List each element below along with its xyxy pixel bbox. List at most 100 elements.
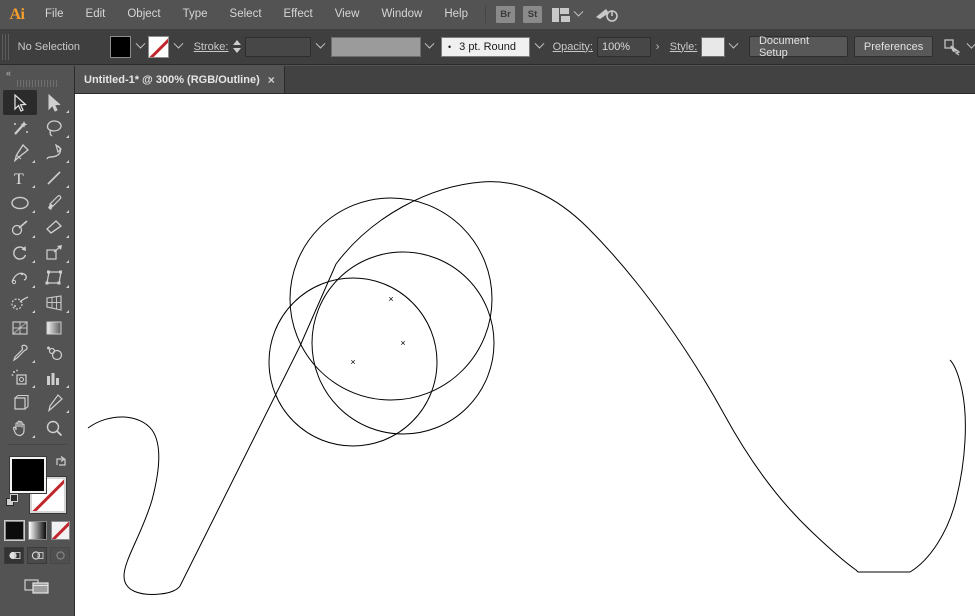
draw-normal-button[interactable] [4, 547, 24, 564]
illustrator-window: Ai File Edit Object Type Select Effect V… [0, 0, 975, 616]
menu-file[interactable]: File [34, 0, 75, 29]
center-markers: × × × [350, 294, 405, 367]
mesh-tool[interactable] [3, 315, 37, 340]
align-chevron-down-icon[interactable] [966, 38, 975, 49]
fill-stroke-controls [6, 455, 68, 514]
stroke-weight-field[interactable] [245, 36, 311, 57]
menu-view[interactable]: View [324, 0, 371, 29]
center-marker: × [350, 357, 355, 367]
magic-wand-tool[interactable] [3, 115, 37, 140]
gradient-tool[interactable] [37, 315, 71, 340]
menu-window[interactable]: Window [370, 0, 433, 29]
opacity-label: Opacity: [552, 40, 593, 53]
document-setup-button[interactable]: Document Setup [748, 35, 848, 59]
draw-inside-button[interactable] [50, 547, 70, 564]
menu-type[interactable]: Type [172, 0, 219, 29]
default-fill-stroke-icon[interactable] [6, 494, 19, 507]
align-transform-icon[interactable] [943, 38, 963, 56]
preferences-button[interactable]: Preferences [853, 36, 934, 57]
eraser-tool[interactable] [37, 215, 71, 240]
menu-edit[interactable]: Edit [75, 0, 117, 29]
column-graph-tool[interactable] [37, 365, 71, 390]
change-screen-mode-button[interactable] [22, 576, 52, 596]
symbol-sprayer-tool[interactable] [3, 365, 37, 390]
artwork-outline: × × × [87, 181, 966, 595]
variable-width-dot-icon: • [447, 41, 452, 52]
workspace-switcher-icon[interactable] [594, 6, 618, 24]
lasso-tool[interactable] [37, 115, 71, 140]
artboard-tool[interactable] [3, 390, 37, 415]
draw-behind-button[interactable] [27, 547, 47, 564]
perspective-grid-tool[interactable] [37, 290, 71, 315]
bridge-button[interactable]: Br [496, 6, 515, 23]
brush-definition-chevron-down-icon[interactable] [423, 36, 437, 58]
variable-width-chevron-down-icon[interactable] [532, 36, 546, 58]
stroke-swatch[interactable] [147, 35, 170, 58]
opacity-value: 100% [601, 40, 631, 53]
tools-panel-grip[interactable] [17, 80, 57, 87]
fill-swatch[interactable] [110, 35, 132, 58]
slice-tool[interactable] [37, 390, 71, 415]
style-swatch[interactable] [701, 36, 725, 57]
freeform-path [87, 181, 966, 595]
menu-bar: Ai File Edit Object Type Select Effect V… [0, 0, 975, 29]
arrange-documents-icon[interactable] [552, 7, 570, 22]
stock-button[interactable]: St [523, 6, 542, 23]
opacity-chevron-right-icon[interactable]: › [651, 37, 664, 57]
gradient-mode-button[interactable] [27, 521, 47, 540]
svg-text:T: T [14, 171, 24, 187]
hand-tool[interactable] [3, 415, 37, 440]
selection-tool[interactable] [3, 90, 37, 115]
document-tab[interactable]: Untitled-1* @ 300% (RGB/Outline) × [75, 66, 285, 93]
control-bar-grip[interactable] [2, 33, 11, 60]
artboard-canvas[interactable]: × × × [75, 94, 975, 616]
fill-dropdown-chevron-down-icon[interactable] [133, 36, 147, 58]
ellipse-tool[interactable] [3, 190, 37, 215]
color-mode-button[interactable] [3, 520, 25, 541]
blend-tool[interactable] [37, 340, 71, 365]
free-transform-tool[interactable] [37, 265, 71, 290]
shape-builder-tool[interactable] [3, 290, 37, 315]
zoom-tool[interactable] [37, 415, 71, 440]
control-bar: No Selection Stroke: • 3 pt. Round Opaci… [0, 29, 975, 65]
collapse-panel-icon[interactable]: « [0, 66, 74, 80]
menu-help[interactable]: Help [433, 0, 479, 29]
chevron-down-icon[interactable] [573, 6, 584, 17]
brush-definition-field[interactable] [331, 36, 421, 57]
rotate-tool[interactable] [3, 240, 37, 265]
direct-selection-tool[interactable] [37, 90, 71, 115]
stroke-label: Stroke: [193, 40, 229, 53]
eyedropper-tool[interactable] [3, 340, 37, 365]
menu-object[interactable]: Object [116, 0, 171, 29]
center-marker: × [388, 294, 393, 304]
menu-select[interactable]: Select [219, 0, 273, 29]
document-tab-title: Untitled-1* @ 300% (RGB/Outline) [84, 73, 260, 86]
toolbar-fill-swatch[interactable] [9, 456, 47, 494]
type-tool[interactable]: T [3, 165, 37, 190]
tools-grid: T [3, 90, 71, 440]
close-icon[interactable]: × [268, 74, 275, 86]
stroke-dropdown-chevron-down-icon[interactable] [171, 36, 185, 58]
swap-fill-stroke-icon[interactable] [54, 455, 68, 469]
variable-width-profile-value: 3 pt. Round [459, 40, 517, 53]
scale-tool[interactable] [37, 240, 71, 265]
opacity-field[interactable]: 100% [596, 36, 652, 57]
none-mode-button[interactable] [50, 521, 70, 540]
paintbrush-tool[interactable] [37, 190, 71, 215]
curvature-tool[interactable] [37, 140, 71, 165]
stroke-weight-chevron-down-icon[interactable] [313, 36, 327, 58]
stroke-weight-stepper[interactable] [231, 37, 242, 57]
document-tab-bar: Untitled-1* @ 300% (RGB/Outline) × [75, 66, 975, 94]
width-tool[interactable] [3, 265, 37, 290]
app-logo-icon: Ai [9, 5, 26, 23]
selection-status: No Selection [17, 40, 81, 53]
line-segment-tool[interactable] [37, 165, 71, 190]
toolbar-divider [7, 444, 67, 445]
color-mode-row [3, 520, 70, 541]
menu-effect[interactable]: Effect [273, 0, 324, 29]
variable-width-profile-field[interactable]: • 3 pt. Round [440, 36, 531, 57]
style-chevron-down-icon[interactable] [727, 36, 741, 58]
pen-tool[interactable] [3, 140, 37, 165]
shaper-tool[interactable] [3, 215, 37, 240]
center-marker: × [400, 338, 405, 348]
